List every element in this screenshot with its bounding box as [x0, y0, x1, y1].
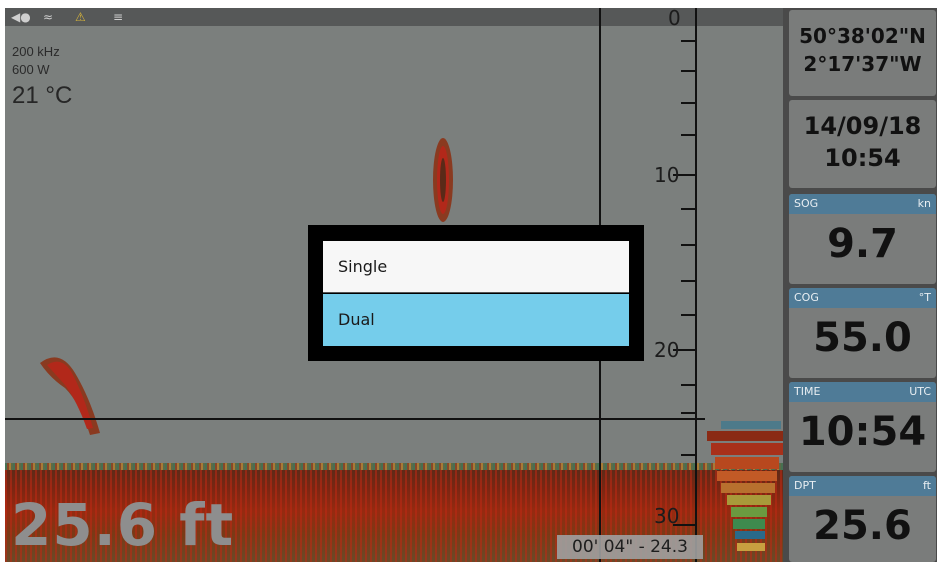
dpt-value: 25.6 [813, 503, 912, 549]
scale-tick [681, 384, 695, 386]
scale-tick [681, 412, 695, 414]
dpt-header: DPT ft [789, 476, 936, 496]
status-bar: ◀● ≈ ⚠ ≡ [5, 8, 783, 26]
water-temp-label: 21 °C [12, 82, 73, 109]
sog-unit: kn [917, 197, 931, 210]
fish-school-echo [40, 357, 100, 435]
sog-value: 9.7 [827, 221, 898, 267]
time-value: 10:54 [824, 144, 901, 172]
frequency-label: 200 kHz [12, 44, 60, 59]
time-header: TIME UTC [789, 382, 936, 402]
cog-header: COG °T [789, 288, 936, 308]
boat-warning-icon: ⚠ [75, 10, 86, 24]
depth-card[interactable]: DPT ft 25.6 [789, 476, 936, 562]
scale-tick [681, 208, 695, 210]
scale-tick [681, 280, 695, 282]
cog-value: 55.0 [813, 315, 912, 361]
utc-time-value: 10:54 [798, 409, 927, 455]
scale-tick [681, 454, 695, 456]
position-card[interactable]: 50°38'02"N 2°17'37"W [789, 10, 936, 96]
fishfinder-screen: ◀● ≈ ⚠ ≡ 200 kHz 600 W 21 °C 0 10 20 30 … [5, 8, 937, 562]
time-unit: UTC [909, 385, 931, 398]
scale-label-0: 0 [668, 8, 681, 30]
amplitude-scope [707, 421, 783, 551]
longitude-value: 2°17'37"W [803, 52, 922, 76]
scale-label-30: 30 [654, 504, 680, 528]
dpt-label: DPT [794, 479, 816, 492]
latitude-value: 50°38'02"N [799, 24, 926, 48]
scale-tick [681, 40, 695, 42]
power-label: 600 W [12, 62, 50, 77]
cog-label: COG [794, 291, 819, 304]
date-time-card[interactable]: 14/09/18 10:54 [789, 100, 936, 188]
current-depth-readout: 25.6 ft [11, 491, 235, 559]
single-option[interactable]: Single [323, 241, 629, 293]
sog-label: SOG [794, 197, 819, 210]
scale-tick [681, 244, 695, 246]
cog-unit: °T [918, 291, 931, 304]
fish-icon: ◀● [11, 10, 31, 24]
time-label: TIME [794, 385, 821, 398]
dpt-unit: ft [923, 479, 931, 492]
cursor-readout: 00' 04" - 24.3 [557, 535, 703, 559]
data-panel: 50°38'02"N 2°17'37"W 14/09/18 10:54 SOG … [783, 8, 937, 562]
cog-card[interactable]: COG °T 55.0 [789, 288, 936, 378]
mode-selection-dialog: Single Dual [308, 225, 644, 361]
scale-label-10: 10 [654, 163, 680, 187]
depth-scale-line [695, 8, 697, 562]
scale-tick [681, 314, 695, 316]
scale-tick [681, 102, 695, 104]
fish-target-echo [433, 138, 453, 222]
scale-label-20: 20 [654, 338, 680, 362]
utc-time-card[interactable]: TIME UTC 10:54 [789, 382, 936, 472]
date-value: 14/09/18 [803, 112, 922, 140]
scale-tick [681, 70, 695, 72]
wifi-icon: ≈ [43, 10, 54, 24]
signal-icon: ≡ [113, 10, 124, 24]
cursor-horizontal-line[interactable] [5, 418, 705, 420]
sog-card[interactable]: SOG kn 9.7 [789, 194, 936, 284]
sog-header: SOG kn [789, 194, 936, 214]
scale-tick [681, 134, 695, 136]
dual-option[interactable]: Dual [323, 294, 629, 346]
